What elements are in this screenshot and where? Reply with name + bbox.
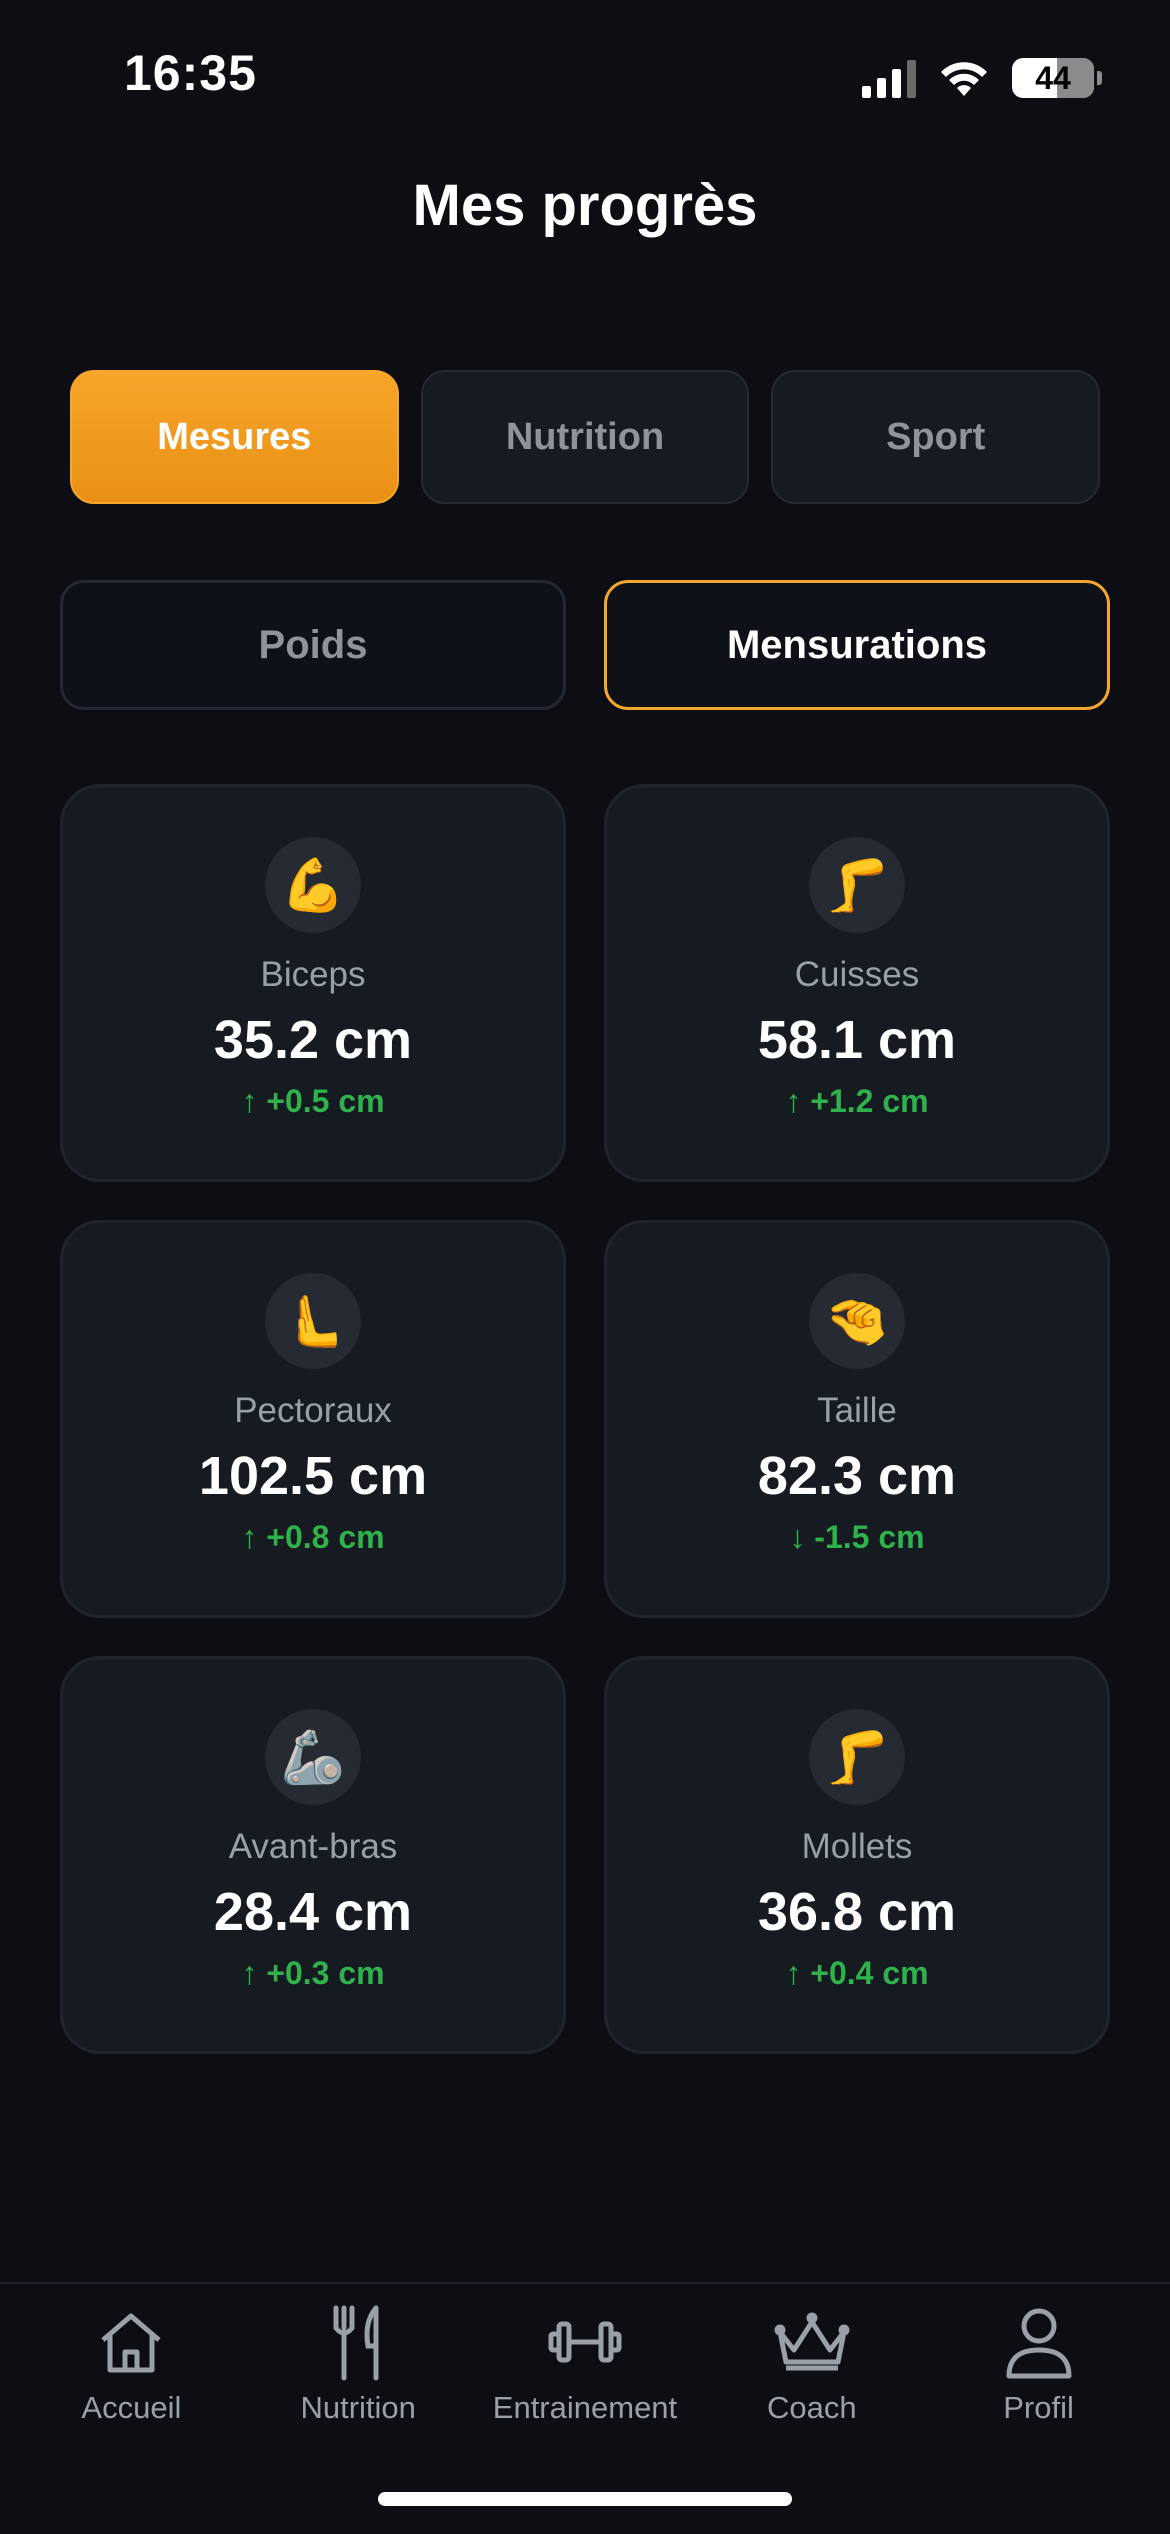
nav-label: Nutrition — [300, 2390, 416, 2425]
measurement-card-biceps[interactable]: 💪 Biceps 35.2 cm ↑ +0.5 cm — [60, 784, 566, 1182]
nav-item-profil[interactable]: Profil — [939, 2302, 1139, 2426]
measurement-delta: ↑ +0.3 cm — [241, 1955, 385, 1991]
nav-item-accueil[interactable]: Accueil — [31, 2302, 231, 2426]
nav-label: Accueil — [81, 2390, 182, 2425]
measurement-value: 36.8 cm — [757, 1882, 957, 1942]
measurement-value: 82.3 cm — [757, 1446, 957, 1506]
nav-item-coach[interactable]: Coach — [712, 2302, 912, 2426]
tab-sport[interactable]: Sport — [771, 370, 1101, 504]
home-indicator[interactable] — [378, 2492, 792, 2506]
flexed-biceps-icon: 💪 — [265, 837, 361, 933]
nav-label: Profil — [1003, 2390, 1074, 2425]
measurement-label: Biceps — [260, 955, 366, 994]
measurement-card-mollets[interactable]: 🦵 Mollets 36.8 cm ↑ +0.4 cm — [604, 1656, 1110, 2054]
nav-item-entrainement[interactable]: Entrainement — [485, 2302, 685, 2426]
measurement-cards: 💪 Biceps 35.2 cm ↑ +0.5 cm 🦵 Cuisses 58.… — [60, 784, 1110, 2054]
cellular-signal-icon — [862, 58, 916, 98]
status-icons: 44 — [862, 54, 1102, 102]
tab-mesures[interactable]: Mesures — [70, 370, 399, 504]
status-time: 16:35 — [124, 45, 257, 101]
measurement-card-taille[interactable]: 🤏 Taille 82.3 cm ↓ -1.5 cm — [604, 1220, 1110, 1618]
measurement-card-pectoraux[interactable]: 🫷 Pectoraux 102.5 cm ↑ +0.8 cm — [60, 1220, 566, 1618]
person-icon — [999, 2302, 1079, 2382]
measurement-label: Mollets — [801, 1827, 913, 1866]
nav-label: Entrainement — [492, 2390, 678, 2425]
nav-label: Coach — [766, 2390, 857, 2425]
measurement-value: 102.5 cm — [198, 1446, 428, 1506]
subtab-poids[interactable]: Poids — [60, 580, 566, 710]
leg-icon: 🦵 — [809, 1709, 905, 1805]
battery-level: 44 — [1035, 59, 1071, 96]
sub-tabs: Poids Mensurations — [60, 580, 1110, 710]
measurement-card-cuisses[interactable]: 🦵 Cuisses 58.1 cm ↑ +1.2 cm — [604, 784, 1110, 1182]
measurement-delta: ↑ +0.8 cm — [241, 1519, 385, 1555]
measurement-value: 35.2 cm — [213, 1010, 413, 1070]
wifi-icon — [941, 62, 987, 96]
measurement-value: 58.1 cm — [757, 1010, 957, 1070]
measurement-label: Avant-bras — [228, 1827, 398, 1866]
measurement-delta: ↓ -1.5 cm — [789, 1519, 925, 1555]
nav-item-nutrition[interactable]: Nutrition — [258, 2302, 458, 2426]
status-bar: 16:35 44 — [0, 0, 1170, 150]
home-icon — [91, 2302, 171, 2382]
measurement-card-avant-bras[interactable]: 🦾 Avant-bras 28.4 cm ↑ +0.3 cm — [60, 1656, 566, 2054]
category-tabs: Mesures Nutrition Sport — [70, 370, 1101, 504]
measurement-label: Pectoraux — [234, 1391, 392, 1430]
measurement-value: 28.4 cm — [213, 1882, 413, 1942]
subtab-mensurations[interactable]: Mensurations — [604, 580, 1110, 710]
mechanical-arm-icon: 🦾 — [265, 1709, 361, 1805]
pinching-hand-icon: 🤏 — [809, 1273, 905, 1369]
dumbbell-icon — [545, 2302, 625, 2382]
tab-nutrition[interactable]: Nutrition — [420, 370, 750, 504]
crown-icon — [772, 2302, 852, 2382]
measurement-label: Taille — [817, 1391, 897, 1430]
page-title: Mes progrès — [412, 173, 758, 238]
measurement-delta: ↑ +0.5 cm — [241, 1083, 385, 1119]
measurement-delta: ↑ +0.4 cm — [785, 1955, 929, 1991]
battery-icon: 44 — [1012, 58, 1102, 98]
fork-knife-icon — [318, 2302, 398, 2382]
hand-icon: 🫷 — [265, 1273, 361, 1369]
measurement-label: Cuisses — [794, 955, 920, 994]
measurement-delta: ↑ +1.2 cm — [785, 1083, 929, 1119]
leg-icon: 🦵 — [809, 837, 905, 933]
